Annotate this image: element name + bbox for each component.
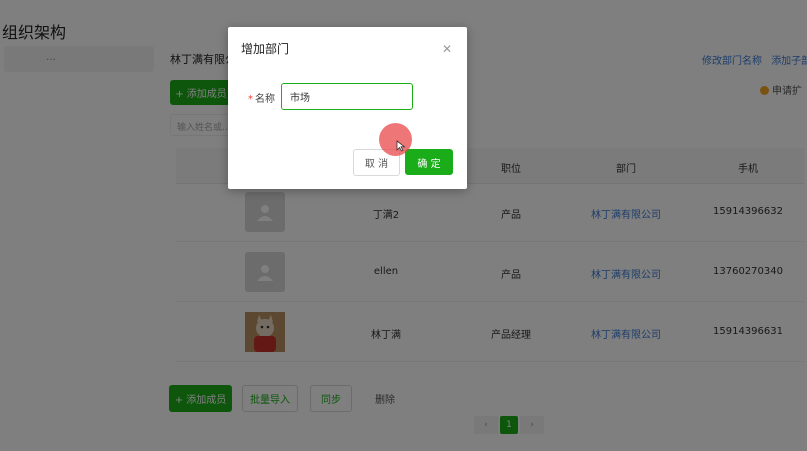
add-department-dialog: 增加部门 ✕ *名称 取 消 确 定 [228,27,467,189]
mouse-pointer-icon [396,140,406,152]
dialog-title: 增加部门 [241,42,290,56]
name-field-label: * 名称 [248,90,275,105]
confirm-button[interactable]: 确 定 [405,149,453,175]
required-mark: * [248,94,253,105]
name-label-text: 名称 [255,94,275,105]
close-icon[interactable]: ✕ [442,43,452,55]
department-name-input[interactable] [281,83,413,110]
